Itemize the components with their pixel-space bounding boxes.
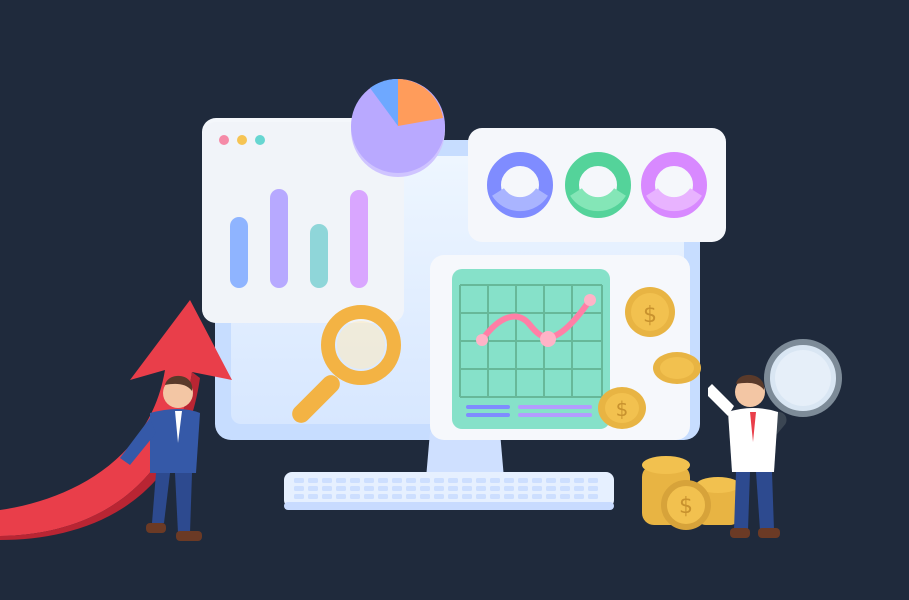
businessman-icon xyxy=(120,373,210,548)
key xyxy=(364,486,374,491)
key xyxy=(392,486,402,491)
key xyxy=(392,494,402,499)
key xyxy=(322,478,332,483)
bar-1 xyxy=(230,217,248,288)
key xyxy=(462,494,472,499)
key xyxy=(378,478,388,483)
key xyxy=(560,494,570,499)
magnifier-icon xyxy=(256,300,406,450)
key xyxy=(350,478,360,483)
key xyxy=(420,478,430,483)
key xyxy=(350,494,360,499)
key xyxy=(308,486,318,491)
key xyxy=(406,486,416,491)
key xyxy=(378,486,388,491)
key xyxy=(434,478,444,483)
key xyxy=(490,478,500,483)
key xyxy=(392,478,402,483)
key xyxy=(504,486,514,491)
key xyxy=(378,494,388,499)
key xyxy=(448,486,458,491)
key xyxy=(574,494,584,499)
donut-chart-window xyxy=(468,128,726,242)
key xyxy=(350,486,360,491)
key xyxy=(574,486,584,491)
key xyxy=(574,478,584,483)
key xyxy=(560,478,570,483)
key xyxy=(308,478,318,483)
key xyxy=(532,478,542,483)
key xyxy=(406,478,416,483)
key xyxy=(490,486,500,491)
key xyxy=(434,494,444,499)
key xyxy=(504,478,514,483)
key xyxy=(476,486,486,491)
key xyxy=(462,486,472,491)
dollar-coin-icon: $ xyxy=(620,282,680,342)
window-dot-yellow xyxy=(237,135,247,145)
key xyxy=(588,486,598,491)
key xyxy=(588,494,598,499)
svg-text:$: $ xyxy=(679,494,693,519)
key xyxy=(518,494,528,499)
key xyxy=(560,486,570,491)
key xyxy=(518,478,528,483)
bar-2 xyxy=(270,189,288,288)
key xyxy=(336,486,346,491)
pie-chart-icon xyxy=(348,78,448,178)
bar-4 xyxy=(350,190,368,288)
key xyxy=(364,478,374,483)
key xyxy=(420,494,430,499)
key xyxy=(322,486,332,491)
key xyxy=(518,486,528,491)
key xyxy=(336,478,346,483)
key xyxy=(406,494,416,499)
key xyxy=(504,494,514,499)
key xyxy=(364,494,374,499)
key xyxy=(448,478,458,483)
window-dot-red xyxy=(219,135,229,145)
key xyxy=(322,494,332,499)
keyboard-icon xyxy=(284,472,614,512)
key xyxy=(546,494,556,499)
key xyxy=(336,494,346,499)
key xyxy=(490,494,500,499)
bar-3 xyxy=(310,224,328,288)
key xyxy=(434,486,444,491)
window-dot-teal xyxy=(255,135,265,145)
dollar-coin-icon xyxy=(650,346,705,391)
key xyxy=(294,478,304,483)
dollar-coin-icon: $ xyxy=(595,383,650,433)
key xyxy=(532,494,542,499)
key xyxy=(532,486,542,491)
businessman-icon xyxy=(708,372,798,547)
key xyxy=(462,478,472,483)
key xyxy=(546,478,556,483)
key xyxy=(476,494,486,499)
key xyxy=(308,494,318,499)
key xyxy=(476,478,486,483)
key xyxy=(546,486,556,491)
key xyxy=(588,478,598,483)
key xyxy=(420,486,430,491)
svg-text:$: $ xyxy=(616,397,629,421)
key xyxy=(448,494,458,499)
key xyxy=(294,486,304,491)
illustration-scene: $ $ $ xyxy=(0,0,909,600)
svg-text:$: $ xyxy=(643,303,657,328)
key xyxy=(294,494,304,499)
